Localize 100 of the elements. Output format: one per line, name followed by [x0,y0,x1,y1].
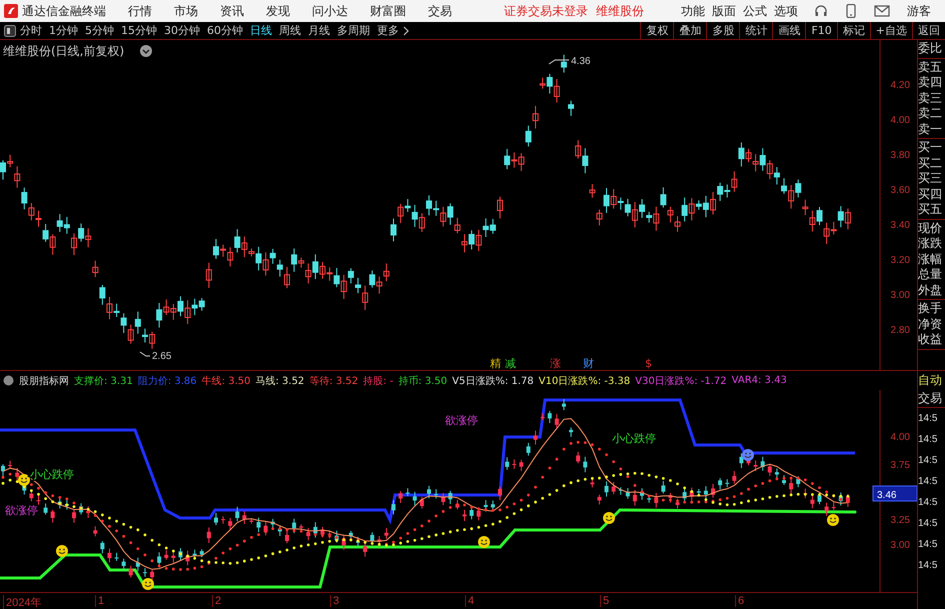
quote-label: 卖四 [918,75,943,90]
trade-time: 14:5 [918,433,938,447]
indicator-value: 持股: - [363,374,394,388]
axis-label: 4 [465,595,474,607]
toolbar-button[interactable]: 叠加 [673,22,706,39]
quote-label: 买二 [918,156,943,171]
axis-label: 2 [212,595,222,607]
indicator-value: 牛线: 3.50 [202,374,250,388]
quote-label: 涨幅 [918,252,943,267]
trade-time: 14:5 [918,538,938,552]
axis-label: 3.80 [890,150,910,161]
period-tab[interactable]: 月线 [308,23,330,38]
indicator-value: 等待: 3.52 [309,374,358,388]
period-tab[interactable]: 1分钟 [49,23,78,38]
axis-label: 3.75 [890,460,910,471]
menu-item[interactable]: 财富圈 [370,2,406,20]
indicator-value: 持币: 3.50 [398,374,448,388]
axis-label: 1 [95,595,104,607]
menu-item[interactable]: 功能 [681,2,705,20]
menu-item[interactable]: 问小达 [312,2,348,20]
axis-label: 3.40 [890,220,910,231]
panel-title: 自动 [918,372,943,389]
toolbar-button[interactable]: F10 [805,22,837,39]
trade-time: 14:5 [918,475,938,489]
axis-label: 5 [600,595,610,607]
indicator-value: 阻力价: 3.86 [138,374,197,388]
quote-label: 总量 [918,267,943,282]
chart-title: 维维股份(日线,前复权) [3,43,124,60]
menu-item[interactable]: 公式 [743,2,767,20]
period-tab[interactable]: 30分钟 [164,23,200,38]
menu-item[interactable]: 交易 [428,2,452,20]
period-tab[interactable]: 更多 [377,23,399,38]
toolbar-button[interactable]: 标记 [836,22,870,39]
quote-label: 涨跌 [918,236,943,252]
period-tab[interactable]: 多周期 [337,23,370,38]
status-notice[interactable]: 证券交易未登录 [504,2,588,20]
axis-label: 2024年 [3,595,42,609]
axis-label: 4.00 [890,432,910,443]
trade-time: 14:5 [918,496,938,510]
signal-marker: 减 [505,357,516,370]
trade-time: 14:5 [918,454,938,468]
quote-label: 净资 [918,316,943,332]
menu-item[interactable]: 选项 [774,2,798,20]
signal-label: 欲涨停 [5,504,38,517]
quote-label: 买一 [918,140,943,156]
signal-marker: $ [645,357,652,370]
period-tab[interactable]: 15分钟 [121,23,157,38]
quote-label: 买三 [918,171,943,186]
toolbar-button[interactable]: 复权 [640,22,674,39]
quote-label: 卖二 [918,106,943,122]
menu-item[interactable]: 版面 [712,2,736,20]
axis-label: 3.60 [890,185,910,196]
indicator-name: 股朋指标网 [19,374,69,388]
menu-item[interactable]: 市场 [174,2,198,20]
axis-label: 3.20 [890,255,910,266]
axis-label: 3 [330,595,340,607]
axis-label: 4.20 [890,80,910,91]
current-value-tag: 3.46 [872,486,917,502]
axis-label: 2.80 [890,325,910,336]
user-label[interactable]: 游客 [907,2,931,20]
period-tab[interactable]: 日线 [250,23,272,38]
quote-label: 委比 [918,41,943,56]
toolbar-button[interactable]: 画线 [772,22,806,39]
period-tab[interactable]: 分时 [20,23,42,38]
quote-label: 现价 [918,220,943,236]
axis-label: 3.25 [890,515,910,526]
signal-marker: 涨 [550,357,561,370]
axis-label: 3.00 [890,290,910,301]
signal-marker: 财 [583,357,594,370]
signal-label: 小心跌停 [30,468,74,481]
app-title: 通达信金融终端 [22,2,106,20]
signal-label: 欲涨停 [445,414,478,427]
period-tab[interactable]: 周线 [279,23,301,38]
menu-item[interactable]: 发现 [266,2,290,20]
trade-time: 14:5 [918,559,938,573]
indicator-value: VAR4: 3.43 [732,375,787,386]
indicator-value: 支撑价: 3.31 [74,374,133,388]
quote-label: 买四 [918,186,943,202]
menu-item[interactable]: 行情 [128,2,152,20]
quote-label: 收益 [918,332,943,348]
quote-label: 卖一 [918,122,943,137]
status-notice[interactable]: 维维股份 [596,2,644,20]
indicator-value: V5日涨跌%: 1.78 [452,374,534,388]
axis-label: 4.00 [890,115,910,126]
toolbar-button[interactable]: +自选 [870,22,912,39]
quote-label: 买五 [918,202,943,218]
indicator-value: V10日涨跌%: -3.38 [538,374,630,388]
toolbar-button[interactable]: 返回 [912,22,945,39]
signal-label: 小心跌停 [612,432,656,445]
quote-label: 换手 [918,301,943,316]
toolbar-button[interactable]: 多股 [706,22,740,39]
quote-label: 外盘 [918,282,943,298]
period-tab[interactable]: 60分钟 [207,23,243,38]
period-tab[interactable]: 5分钟 [85,23,114,38]
axis-label: 3.00 [890,540,910,551]
quote-label: 卖五 [918,60,943,75]
menu-item[interactable]: 资讯 [220,2,244,20]
toolbar-button[interactable]: 统计 [739,22,772,39]
indicator-value: 马线: 3.52 [255,374,304,388]
indicator-value: V30日涨跌%: -1.72 [635,374,727,388]
